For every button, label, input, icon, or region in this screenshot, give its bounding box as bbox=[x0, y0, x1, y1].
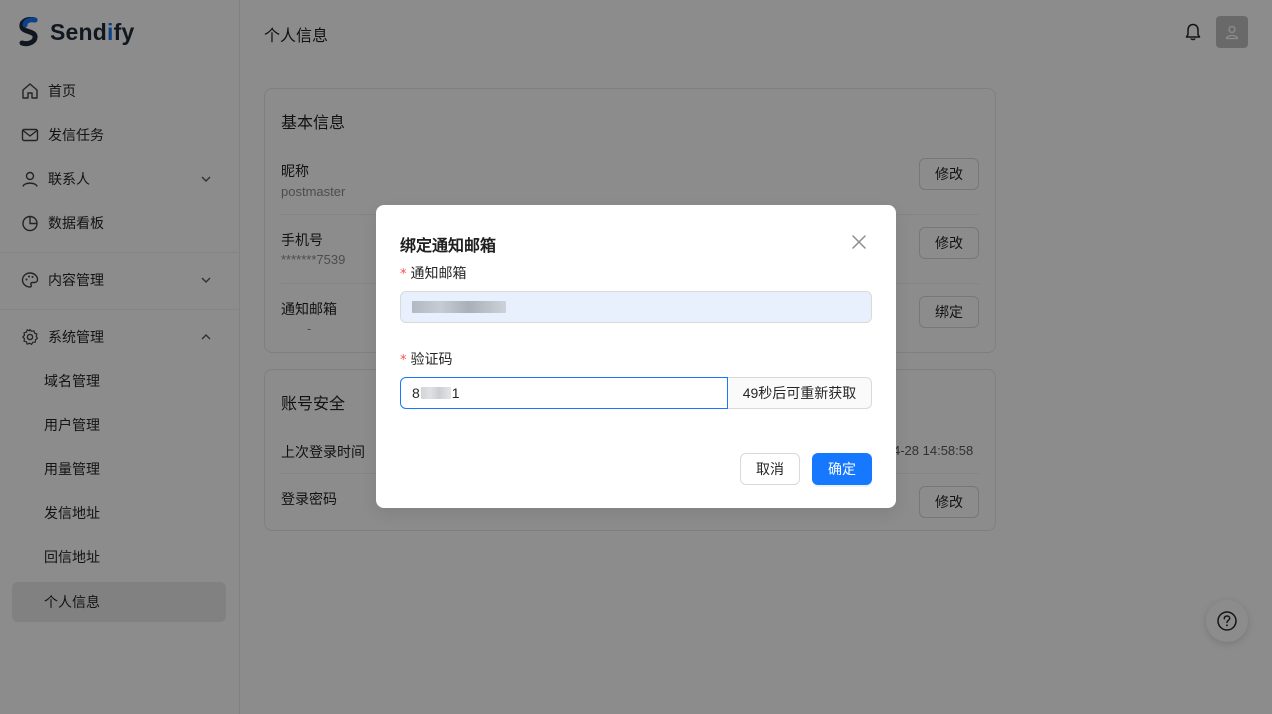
code-field-label: * 验证码 bbox=[400, 351, 453, 368]
close-icon[interactable] bbox=[850, 233, 868, 251]
bind-email-modal: 绑定通知邮箱 * 通知邮箱 * 验证码 81 49秒后可重新获取 取消 确定 bbox=[376, 205, 896, 508]
redacted-code bbox=[420, 387, 451, 399]
email-field-label: * 通知邮箱 bbox=[400, 265, 467, 282]
required-mark: * bbox=[400, 353, 407, 368]
confirm-button[interactable]: 确定 bbox=[812, 453, 872, 485]
modal-title: 绑定通知邮箱 bbox=[400, 238, 497, 255]
required-mark: * bbox=[400, 267, 407, 282]
email-field[interactable] bbox=[400, 291, 872, 323]
redacted-email bbox=[412, 301, 506, 313]
cancel-button[interactable]: 取消 bbox=[740, 453, 800, 485]
resend-code-button[interactable]: 49秒后可重新获取 bbox=[728, 377, 872, 409]
verification-code-input[interactable]: 81 bbox=[400, 377, 728, 409]
